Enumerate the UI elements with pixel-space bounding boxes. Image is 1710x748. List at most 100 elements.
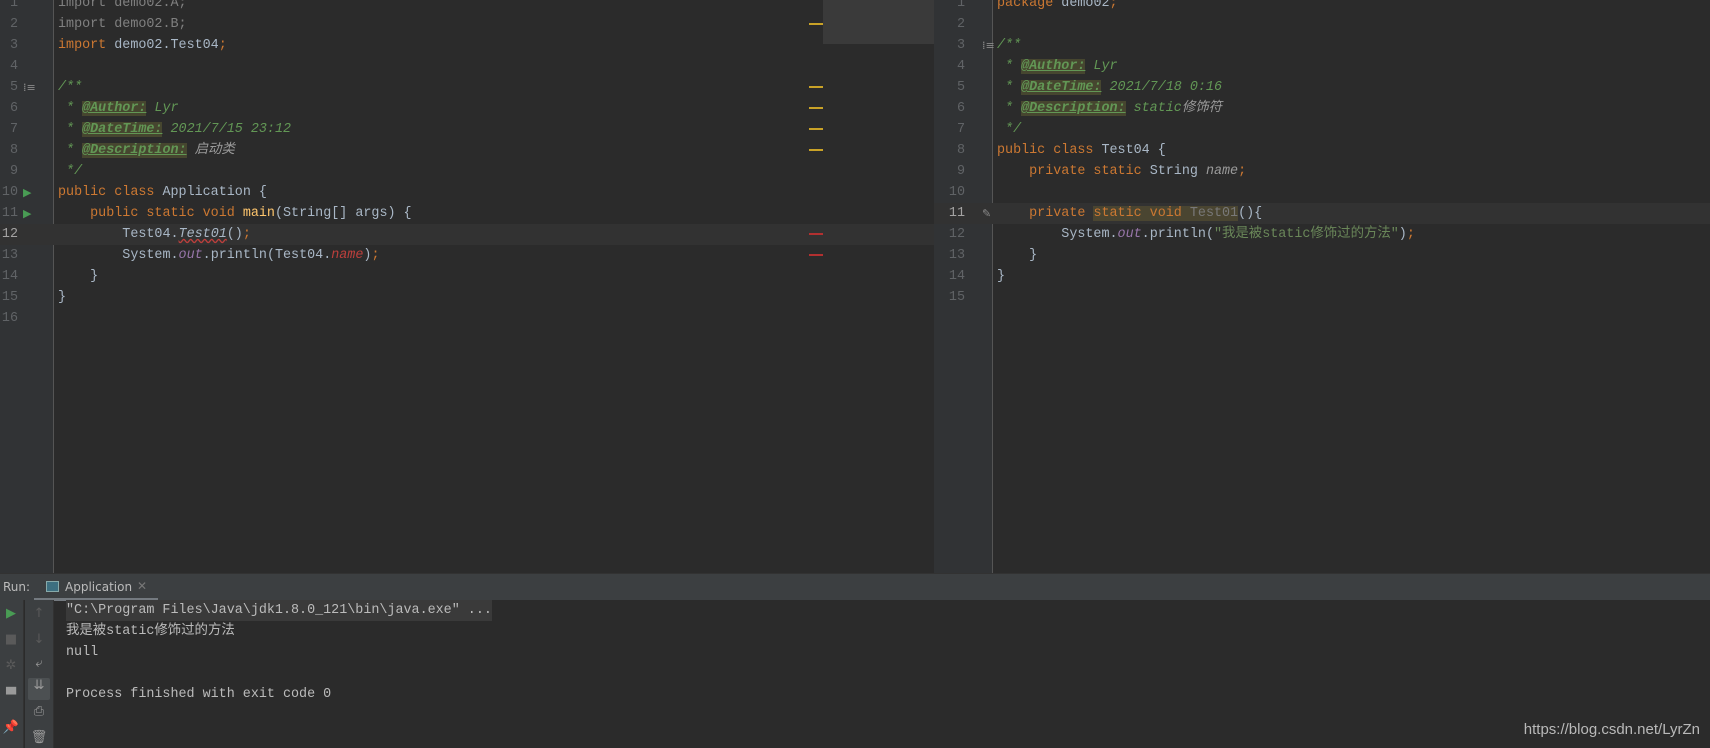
code-token: System.	[997, 227, 1118, 242]
code-line[interactable]: 12 Test04.Test01();	[0, 224, 934, 245]
code-text: package demo02;	[997, 0, 1118, 14]
minimap[interactable]	[823, 0, 934, 44]
tab-label: Application	[65, 580, 133, 594]
code-token: @Author:	[1021, 59, 1086, 74]
code-line[interactable]: 8 public class Test04 {	[934, 140, 1710, 161]
code-line[interactable]: 10 ▶ public class Application {	[0, 182, 934, 203]
error-stripe-mark[interactable]	[809, 86, 823, 88]
code-token: demo02	[1061, 0, 1110, 11]
print-icon[interactable]: ⎙	[28, 704, 50, 719]
error-stripe-mark[interactable]	[809, 23, 823, 25]
code-token: Test01	[178, 227, 227, 242]
code-line[interactable]: 14 }	[0, 266, 934, 287]
watermark: https://blog.csdn.net/LyrZn	[1523, 721, 1700, 738]
code-line[interactable]: 15}	[0, 287, 934, 308]
line-number: 1	[9, 0, 18, 11]
debug-icon[interactable]: ✲	[0, 658, 22, 673]
code-line[interactable]: 4 * @Author: Lyr	[934, 56, 1710, 77]
tab-application[interactable]: Application ✕	[34, 574, 158, 601]
code-token: Test01	[1189, 206, 1239, 221]
code-line[interactable]: 4	[0, 56, 934, 77]
console-toolbar: ↑ ↓ ⤶ ⇊ ⎙ 🗑	[25, 600, 54, 748]
code-token: 修饰符	[1181, 101, 1222, 116]
code-token: */	[997, 122, 1022, 137]
code-text: Test04.Test01();	[58, 224, 251, 245]
stop-icon[interactable]: ■	[0, 632, 22, 647]
line-number: 2	[9, 17, 18, 32]
close-icon[interactable]: ✕	[137, 579, 147, 593]
code-line[interactable]: 1 package demo02;	[934, 0, 1710, 14]
error-stripe-mark[interactable]	[809, 233, 823, 235]
error-stripe-mark[interactable]	[809, 128, 823, 130]
edit-method-icon[interactable]: ✎	[982, 203, 991, 224]
code-token: static	[1125, 101, 1182, 116]
code-line[interactable]: 3 ⁞≡/**	[934, 35, 1710, 56]
run-icon[interactable]: ▶	[23, 203, 31, 224]
code-line[interactable]: 13 System.out.println(Test04.name);	[0, 245, 934, 266]
line-number: 9	[956, 164, 965, 179]
code-line[interactable]: 5 * @DateTime: 2021/7/18 0:16	[934, 77, 1710, 98]
code-line[interactable]: 5 ⁞≡ /**	[0, 77, 934, 98]
code-line[interactable]: 6 * @Description: static修饰符	[934, 98, 1710, 119]
code-token: System.	[58, 248, 179, 263]
code-token: @Author:	[82, 101, 147, 116]
line-number: 12	[948, 227, 965, 242]
code-line[interactable]: 6 * @Author: Lyr	[0, 98, 934, 119]
code-token: Lyr	[146, 101, 179, 116]
line-number: 13	[1, 248, 18, 263]
run-icon[interactable]: ▶	[23, 182, 31, 203]
code-line[interactable]: 15	[934, 287, 1710, 308]
rerun-icon[interactable]: ▶	[0, 606, 22, 621]
code-line[interactable]: 2	[934, 14, 1710, 35]
code-line[interactable]: 13 }	[934, 245, 1710, 266]
console-output[interactable]: "C:\Program Files\Java\jdk1.8.0_121\bin\…	[66, 600, 1710, 748]
right-editor[interactable]: 1 package demo02; 2 3 ⁞≡/** 4 * @Author: Lyr 5…	[934, 0, 1710, 573]
code-line[interactable]: 12 System.out.println("我是被static修饰过的方法")…	[934, 224, 1710, 245]
down-arrow-icon[interactable]: ↓	[28, 632, 50, 647]
line-number: 6	[956, 101, 965, 116]
layout-icon[interactable]: ▀	[0, 688, 22, 703]
code-line[interactable]: 2 import demo02.B;	[0, 14, 934, 35]
scroll-to-end-icon[interactable]: ⇊	[28, 678, 50, 700]
code-token: ;	[1109, 0, 1118, 11]
code-token: import demo02.A;	[58, 0, 187, 11]
soft-wrap-icon[interactable]: ⤶	[28, 656, 50, 671]
error-stripe-mark[interactable]	[809, 149, 823, 151]
line-number: 10	[1, 185, 18, 200]
error-stripe-mark[interactable]	[809, 107, 823, 109]
code-line[interactable]: 10	[934, 182, 1710, 203]
left-editor[interactable]: 1 import demo02.A; 2 import demo02.B; 3 impor…	[0, 0, 934, 573]
line-number: 5	[9, 80, 18, 95]
code-token: *	[58, 143, 83, 158]
pin-icon[interactable]: 📌	[0, 720, 22, 735]
code-text: }	[997, 245, 1037, 266]
code-line[interactable]: 7 */	[934, 119, 1710, 140]
line-number: 4	[9, 59, 18, 74]
up-arrow-icon[interactable]: ↑	[28, 606, 50, 621]
code-line[interactable]: 3 import demo02.Test04;	[0, 35, 934, 56]
doc-render-icon[interactable]: ⁞≡	[982, 35, 995, 56]
error-stripe-mark[interactable]	[809, 254, 823, 256]
code-text: */	[58, 161, 82, 182]
code-token: main	[242, 206, 275, 221]
code-line[interactable]: 9 private static String name;	[934, 161, 1710, 182]
code-line[interactable]: 16	[0, 308, 934, 329]
code-line[interactable]: 9 */	[0, 161, 934, 182]
code-token: *	[997, 59, 1022, 74]
code-line[interactable]: 11 ▶ public static void main(String[] arg…	[0, 203, 934, 224]
code-token: *	[58, 101, 83, 116]
code-line[interactable]: 1 import demo02.A;	[0, 0, 934, 14]
trash-icon[interactable]: 🗑	[28, 730, 50, 745]
code-token: private	[997, 206, 1094, 221]
code-token: /**	[997, 38, 1022, 53]
code-line[interactable]: 7 * @DateTime: 2021/7/15 23:12	[0, 119, 934, 140]
doc-render-icon[interactable]: ⁞≡	[23, 77, 36, 98]
code-text: * @Author: Lyr	[58, 98, 179, 119]
code-line[interactable]: 11 ✎ private static void Test01(){	[934, 203, 1710, 224]
code-line[interactable]: 14}	[934, 266, 1710, 287]
code-token: out	[1117, 227, 1142, 242]
run-toolbar: ▶ ■ ✲ ▀ 📌	[0, 600, 24, 748]
line-number: 15	[948, 290, 965, 305]
code-line[interactable]: 8 * @Description: 启动类	[0, 140, 934, 161]
